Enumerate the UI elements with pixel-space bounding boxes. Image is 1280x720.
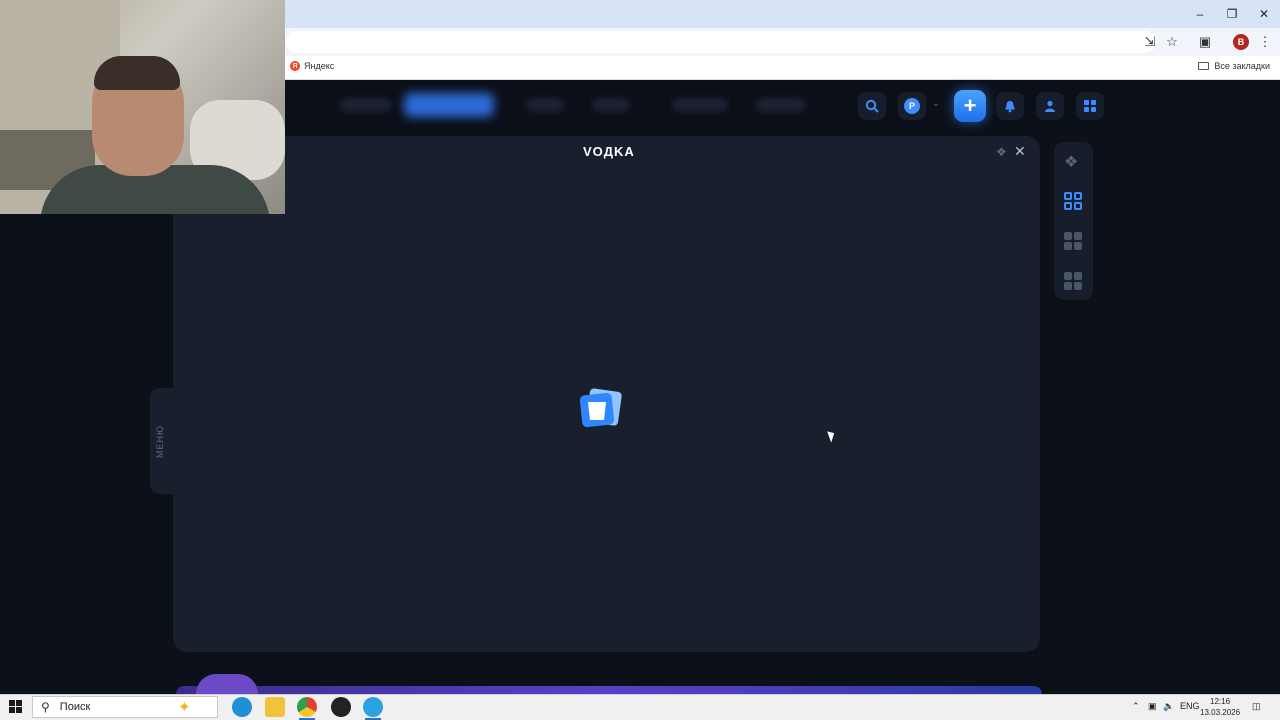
tray-chevron-icon[interactable]: ⌃ (1132, 701, 1140, 712)
edge-icon[interactable] (232, 697, 252, 717)
bookmark-yandex-label: Яндекс (304, 61, 335, 71)
yandex-icon: Я (290, 61, 300, 71)
nav-item-4[interactable] (592, 98, 630, 112)
close-icon[interactable]: ✕ (1014, 143, 1026, 160)
user-icon (1045, 100, 1055, 112)
notifications-center-icon[interactable]: ◫ (1252, 701, 1261, 712)
clock-date: 13.03.2026 (1200, 708, 1241, 717)
coin-icon: P (904, 98, 920, 114)
currency-button[interactable]: P (898, 92, 926, 120)
taskbar-search-label: Поиск (59, 701, 91, 713)
minimize-icon[interactable]: – (1184, 0, 1216, 28)
bookmark-yandex[interactable]: Я Яндекс (290, 61, 334, 71)
menu-tab-label: МЕНЮ (155, 424, 165, 458)
bear-mascot (196, 674, 258, 694)
bookmark-star-icon[interactable]: ☆ (1163, 33, 1181, 51)
volume-icon[interactable]: 🔈 (1163, 701, 1174, 712)
chevron-down-icon[interactable]: ⌄ (932, 98, 940, 109)
extensions-icon[interactable]: ▣ (1196, 33, 1214, 51)
loading-icon (579, 388, 622, 428)
layout-grid-2-icon[interactable] (1064, 232, 1082, 250)
profile-button[interactable] (1036, 92, 1064, 120)
chrome-icon[interactable] (297, 697, 317, 720)
apps-button[interactable] (1076, 92, 1104, 120)
search-button[interactable] (858, 92, 886, 120)
nav-item-1[interactable] (340, 98, 392, 112)
folder-icon (1198, 62, 1210, 70)
webcam-overlay (0, 0, 285, 214)
nav-item-3[interactable] (526, 98, 564, 112)
close-window-icon[interactable]: ✕ (1248, 0, 1280, 28)
profile-avatar[interactable]: B (1233, 34, 1249, 50)
address-bar[interactable] (286, 31, 1156, 53)
language-indicator[interactable]: ENG (1180, 701, 1200, 711)
clock[interactable]: 12:16 13.03.2026 (1200, 696, 1240, 718)
clock-time: 12:16 (1210, 697, 1231, 706)
promo-banner[interactable] (176, 686, 1042, 694)
nav-item-6[interactable] (756, 98, 806, 112)
collapse-icon[interactable]: ❖ (1064, 152, 1078, 172)
grid-icon (1084, 100, 1096, 112)
bell-icon (1005, 100, 1015, 112)
telegram-icon[interactable] (363, 697, 383, 720)
menu-tab[interactable]: МЕНЮ (150, 388, 176, 494)
search-icon (865, 99, 879, 113)
all-bookmarks[interactable]: Все закладки (1198, 61, 1270, 71)
browser-menu-icon[interactable]: ⋮ (1256, 33, 1274, 51)
add-button[interactable]: + (954, 90, 986, 122)
windows-start-icon[interactable] (9, 700, 22, 713)
file-explorer-icon[interactable] (265, 697, 285, 717)
notifications-button[interactable] (996, 92, 1024, 120)
install-app-icon[interactable]: ⇲ (1141, 33, 1159, 51)
layout-grid-4-icon[interactable] (1064, 272, 1082, 290)
all-bookmarks-label: Все закладки (1214, 61, 1270, 71)
restore-icon[interactable]: ❐ (1216, 0, 1248, 28)
network-icon[interactable]: ▣ (1148, 701, 1157, 712)
search-icon: ⚲ (41, 700, 50, 714)
nav-item-5[interactable] (672, 98, 728, 112)
sparkle-icon[interactable]: ✦ (178, 698, 191, 716)
nav-item-active[interactable] (404, 93, 494, 117)
app-icon[interactable] (331, 697, 351, 717)
shrink-icon[interactable]: ❖ (996, 145, 1007, 159)
window-controls: – ❐ ✕ (1184, 0, 1280, 28)
site-logo[interactable]: VOДKA (583, 144, 635, 159)
layout-grid-1-icon[interactable] (1064, 192, 1082, 210)
